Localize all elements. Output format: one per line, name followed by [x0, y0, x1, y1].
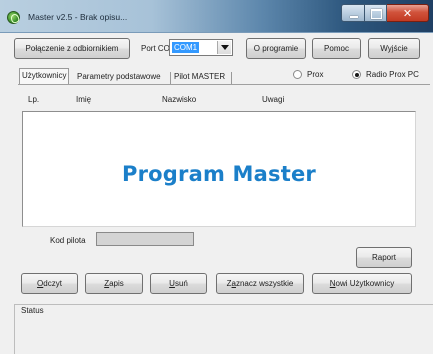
- mode-radio-prox[interactable]: Prox: [293, 70, 323, 79]
- report-button[interactable]: Raport: [356, 247, 412, 268]
- program-title-overlay: Program Master: [122, 162, 316, 186]
- save-button[interactable]: Zapis: [85, 273, 143, 294]
- close-button[interactable]: ✕: [387, 4, 429, 22]
- mode-radio-label: Radio Prox PC: [366, 70, 419, 79]
- radio-checked-icon: [352, 70, 361, 79]
- window-title: Master v2.5 - Brak opisu...: [28, 12, 128, 22]
- app-icon: [7, 11, 20, 24]
- tab-panel-border: [18, 84, 430, 85]
- tab-users[interactable]: Użytkownicy: [19, 68, 70, 84]
- chevron-down-icon[interactable]: [217, 41, 231, 54]
- pilot-code-field[interactable]: [96, 232, 194, 246]
- exit-button[interactable]: Wyjście: [368, 38, 420, 59]
- read-button[interactable]: Odczyt: [21, 273, 78, 294]
- about-button[interactable]: O programie: [246, 38, 306, 59]
- mode-radio-radio-prox-pc[interactable]: Radio Prox PC: [352, 70, 419, 79]
- minimize-button[interactable]: [341, 4, 365, 22]
- connect-receiver-button[interactable]: Połączenie z odbiornikiem: [14, 38, 130, 59]
- help-button[interactable]: Pomoc: [312, 38, 361, 59]
- status-group: [14, 304, 433, 354]
- users-list[interactable]: Program Master: [22, 111, 416, 227]
- new-user-button[interactable]: Nowi Użytkownicy: [312, 273, 412, 294]
- column-header-first-name[interactable]: Imię: [76, 95, 91, 104]
- tab-separator: [231, 72, 232, 84]
- column-header-lp[interactable]: Lp.: [28, 95, 39, 104]
- tab-basic-params[interactable]: Parametry podstawowe: [75, 70, 163, 84]
- column-header-last-name[interactable]: Nazwisko: [162, 95, 196, 104]
- main-window: Master v2.5 - Brak opisu... ✕ Połączenie…: [0, 0, 433, 354]
- tab-pilot-master[interactable]: Pilot MASTER: [172, 70, 227, 84]
- port-com-select[interactable]: COM1: [169, 39, 233, 56]
- pilot-code-label: Kod pilota: [50, 236, 86, 245]
- port-com-value: COM1: [172, 42, 200, 53]
- status-label: Status: [20, 306, 45, 315]
- column-header-notes[interactable]: Uwagi: [262, 95, 284, 104]
- window-controls: ✕: [341, 4, 429, 22]
- title-bar[interactable]: Master v2.5 - Brak opisu... ✕: [0, 0, 433, 33]
- select-all-button[interactable]: Zaznacz wszystkie: [216, 273, 304, 294]
- radio-unchecked-icon: [293, 70, 302, 79]
- delete-button[interactable]: Usuń: [150, 273, 207, 294]
- mode-radio-label: Prox: [307, 70, 324, 79]
- close-icon: ✕: [402, 7, 413, 20]
- tab-separator: [170, 72, 171, 84]
- maximize-button[interactable]: [365, 4, 387, 22]
